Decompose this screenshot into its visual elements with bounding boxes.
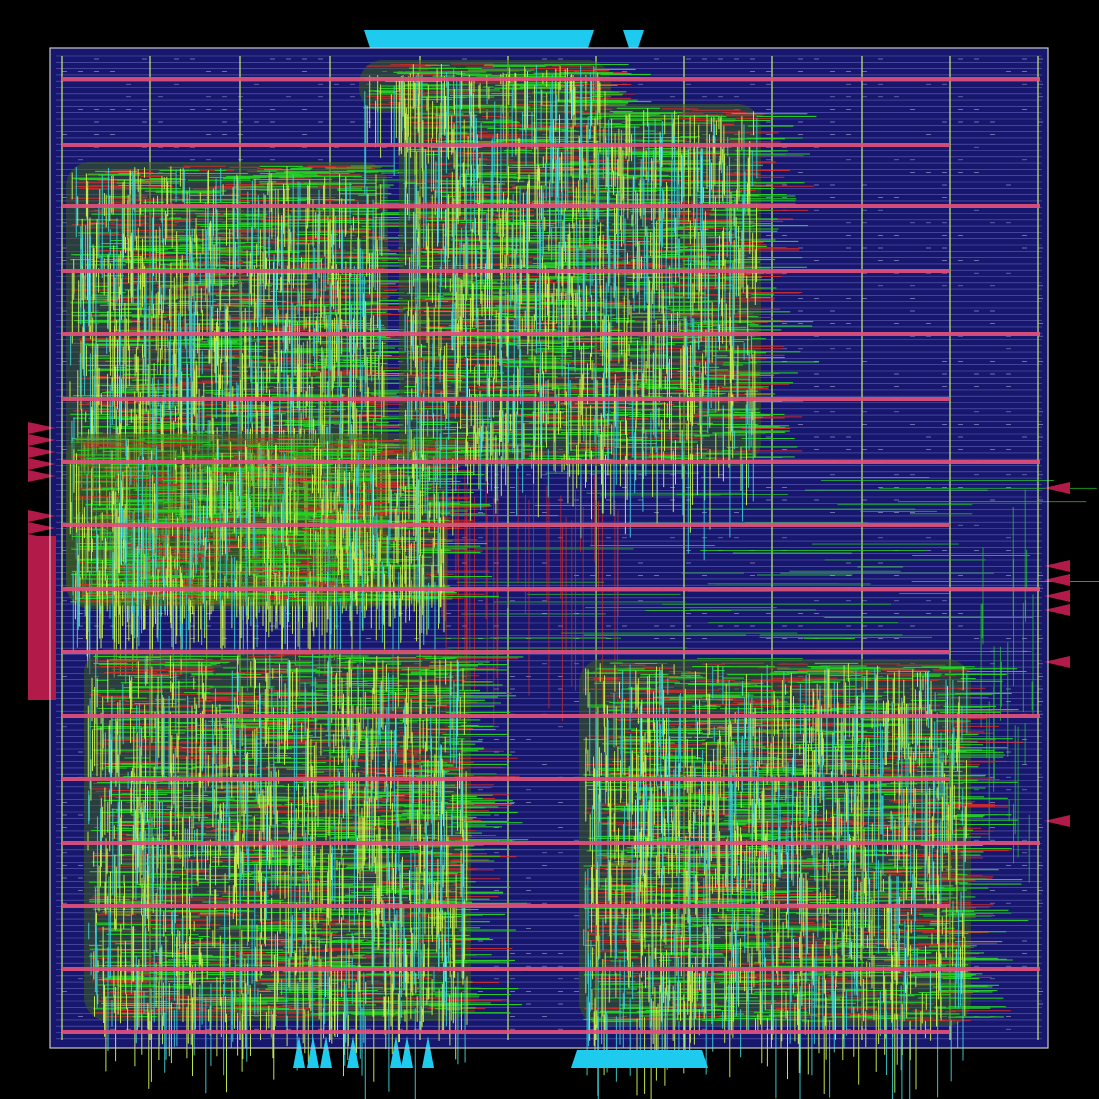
chip-layout-view xyxy=(0,0,1099,1099)
bottom-pin-bus xyxy=(571,1050,708,1068)
top-pin-bus xyxy=(364,30,594,48)
left-pin-bus xyxy=(28,536,56,700)
